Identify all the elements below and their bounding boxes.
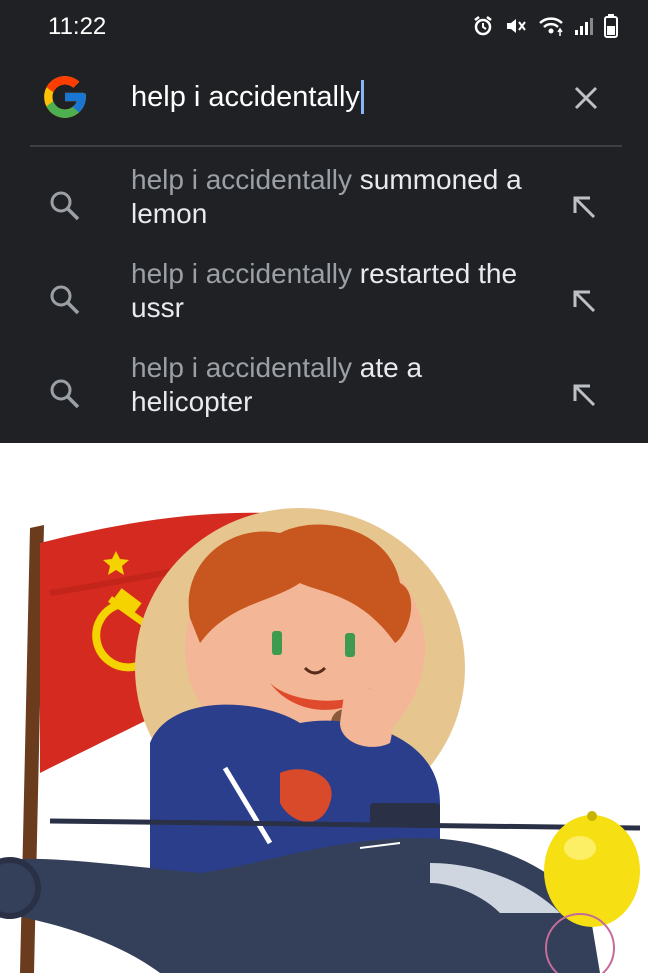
suggestion-item[interactable]: help i accidentally ate a helicopter xyxy=(0,351,648,441)
search-divider xyxy=(30,145,622,147)
status-time: 11:22 xyxy=(48,13,107,40)
search-icon xyxy=(48,189,82,223)
text-cursor xyxy=(360,80,364,114)
arrow-up-left-icon[interactable] xyxy=(570,193,600,223)
status-bar: 11:22 xyxy=(0,0,648,50)
search-icon xyxy=(48,377,82,411)
alarm-icon xyxy=(472,15,494,42)
search-bar[interactable]: help i accidentally xyxy=(0,60,648,138)
arrow-up-left-icon[interactable] xyxy=(570,381,600,411)
search-query-text: help i accidentally xyxy=(131,80,360,113)
meme-image xyxy=(0,443,648,973)
status-icons xyxy=(472,14,618,43)
close-icon[interactable] xyxy=(568,80,604,116)
google-g-icon xyxy=(40,72,90,122)
mute-icon xyxy=(504,15,528,42)
signal-icon xyxy=(574,16,594,41)
wifi-icon xyxy=(538,15,564,42)
suggestion-text: help i accidentally ate a helicopter xyxy=(131,352,423,417)
suggestion-item[interactable]: help i accidentally summoned a lemon xyxy=(0,163,648,253)
suggestion-text: help i accidentally restarted the ussr xyxy=(131,258,518,323)
search-input[interactable]: help i accidentally xyxy=(131,80,364,114)
search-screen: 11:22 help i accidentally help i acciden… xyxy=(0,0,648,443)
arrow-up-left-icon[interactable] xyxy=(570,287,600,317)
battery-icon xyxy=(604,14,618,43)
suggestion-item[interactable]: help i accidentally restarted the ussr xyxy=(0,257,648,347)
suggestion-text: help i accidentally summoned a lemon xyxy=(131,164,522,229)
search-icon xyxy=(48,283,82,317)
